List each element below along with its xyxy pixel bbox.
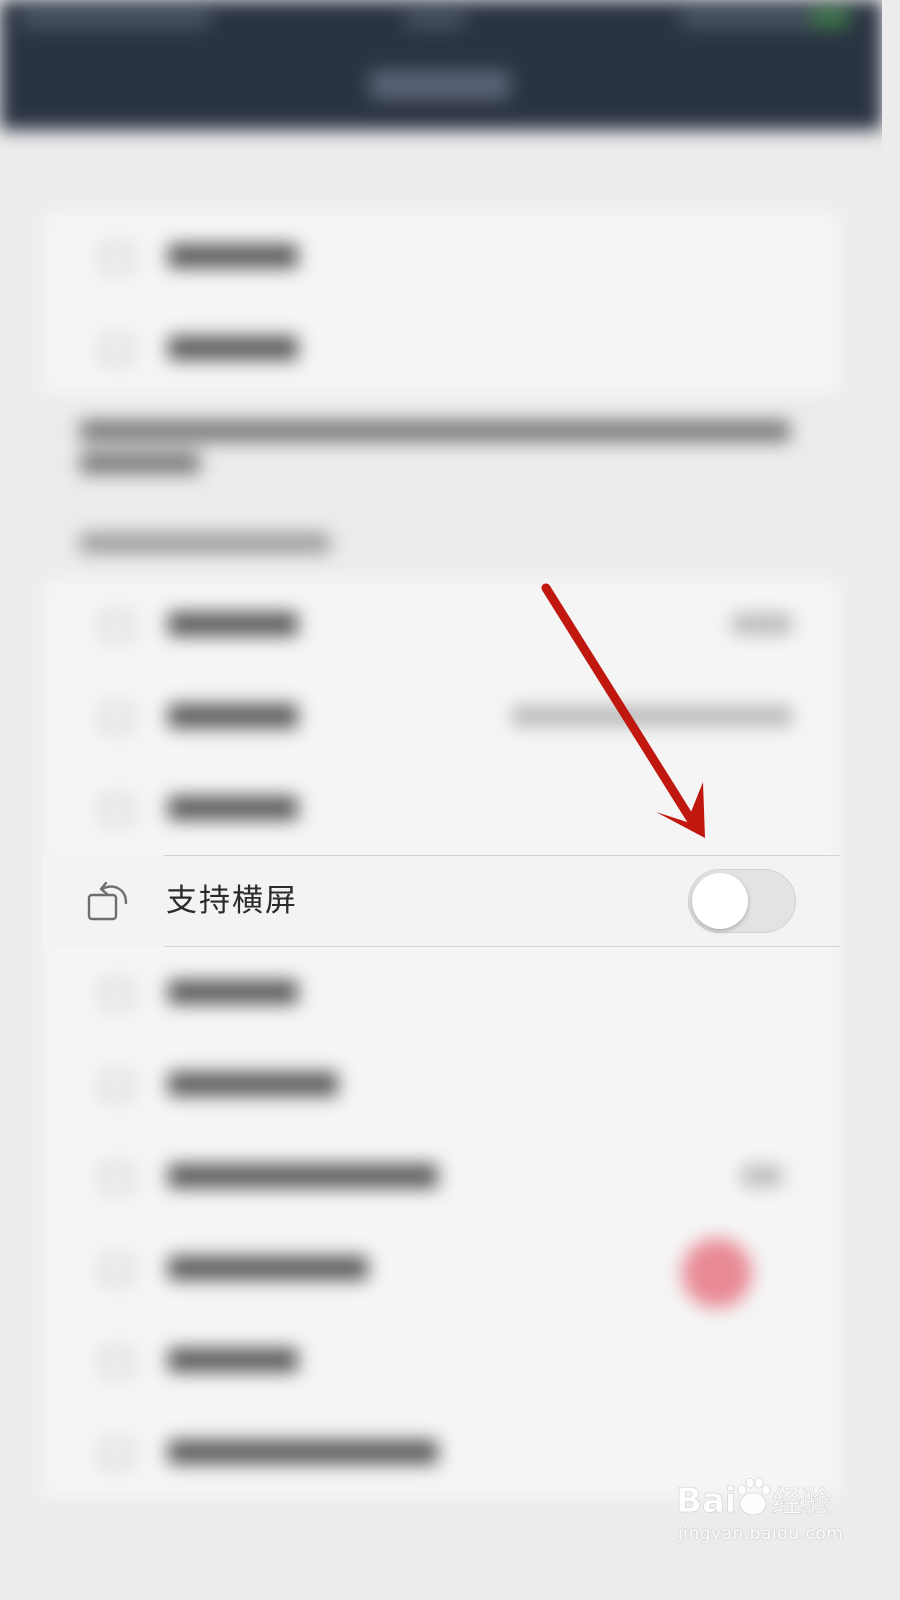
watermark-url: jingyan.baidu.com: [678, 1524, 844, 1544]
toggle-knob: [692, 873, 748, 929]
setting-row-landscape: 支持横屏: [42, 855, 840, 947]
rotate-screen-icon: [87, 881, 128, 921]
blurred-card-1: [42, 210, 840, 395]
svg-text:Bai: Bai: [676, 1481, 737, 1521]
baidu-watermark: Bai 经验 jingyan.baidu.com: [672, 1470, 872, 1560]
setting-label: 支持横屏: [166, 883, 298, 919]
blurred-background: [0, 0, 882, 1568]
screen: 支持横屏 Bai 经验 jingyan.baidu.com: [0, 0, 882, 1568]
blurred-header: [0, 0, 882, 130]
blurred-card-2: [42, 578, 840, 1498]
landscape-toggle-switch[interactable]: [688, 869, 796, 933]
row-divider-bottom: [164, 946, 840, 947]
row-divider-top: [164, 855, 840, 856]
baidu-jingyan-logo: Bai 经验: [676, 1477, 832, 1521]
svg-text:经验: 经验: [772, 1485, 832, 1520]
